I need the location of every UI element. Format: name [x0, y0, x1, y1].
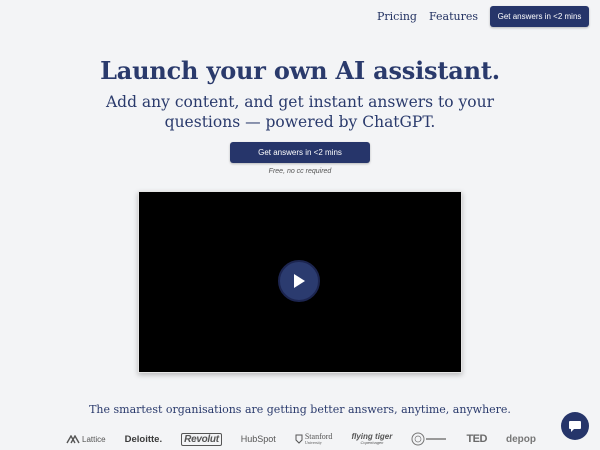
stanford-logo-subtext: University: [304, 440, 322, 445]
play-icon: [294, 274, 305, 288]
stanford-logo: Stanford University: [295, 433, 332, 445]
chat-widget-button[interactable]: [561, 412, 589, 440]
hero-title: Launch your own AI assistant.: [100, 56, 500, 85]
hero-cta-button[interactable]: Get answers in <2 mins: [230, 142, 370, 163]
ted-logo: TED: [466, 433, 487, 445]
hubspot-logo: HubSpot: [240, 434, 276, 444]
chat-bubble-icon: [569, 420, 581, 432]
nav-pricing-link[interactable]: Pricing: [377, 10, 417, 23]
lattice-logo: Lattice: [66, 434, 106, 444]
nav-cta-button[interactable]: Get answers in <2 mins: [490, 6, 589, 27]
play-button[interactable]: [278, 260, 320, 302]
flying-tiger-logo: flying tiger Copenhagen: [351, 433, 392, 445]
revolut-logo: Revolut: [181, 432, 222, 446]
lattice-logo-text: Lattice: [82, 434, 106, 444]
lattice-mark-icon: [66, 434, 80, 443]
stanford-tree-icon: [295, 434, 303, 444]
deloitte-logo: Deloitte.: [124, 433, 163, 445]
hero-subtitle: Add any content, and get instant answers…: [105, 93, 495, 131]
customer-logos: Lattice Deloitte. Revolut HubSpot Stanfo…: [66, 430, 536, 448]
nav-features-link[interactable]: Features: [429, 10, 478, 23]
top-nav: Pricing Features Get answers in <2 mins: [377, 6, 589, 27]
flying-tiger-logo-subtext: Copenhagen: [360, 440, 384, 445]
video-player[interactable]: [138, 191, 462, 373]
social-proof-tagline: The smartest organisations are getting b…: [89, 403, 511, 416]
seal-icon: [411, 432, 447, 446]
free-note: Free, no cc required: [268, 168, 332, 175]
depop-logo: depop: [506, 433, 536, 445]
university-seal-logo: [411, 432, 447, 446]
